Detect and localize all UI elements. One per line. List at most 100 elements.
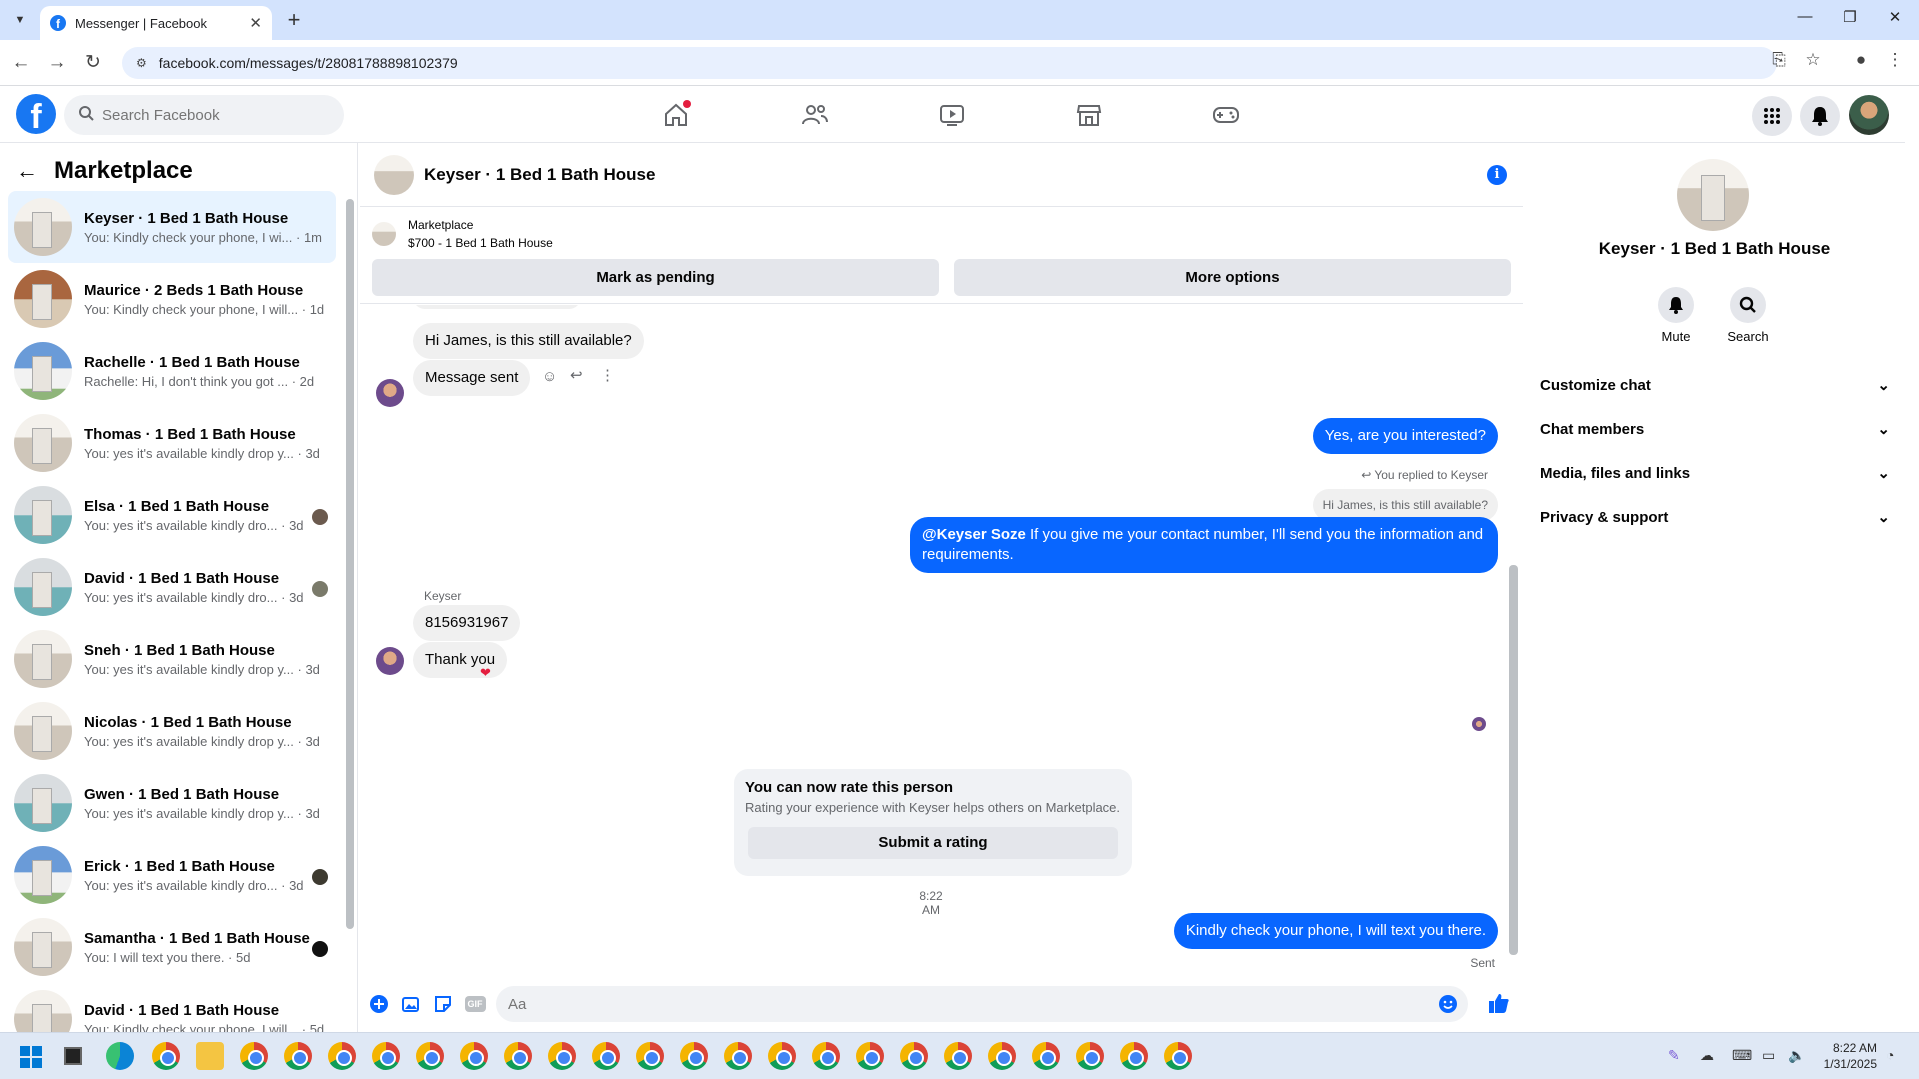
restore-icon[interactable]: ❐ — [1838, 8, 1862, 26]
chrome-icon[interactable] — [900, 1042, 928, 1070]
listing-title[interactable]: $700 - 1 Bed 1 Bath House — [408, 236, 553, 250]
forward-icon[interactable]: → — [44, 50, 70, 76]
contact-avatar[interactable] — [1677, 159, 1749, 231]
message-input[interactable] — [508, 995, 1408, 1013]
edge-icon[interactable] — [106, 1042, 134, 1070]
chat-scrollbar[interactable] — [1505, 305, 1521, 977]
cloud-icon[interactable]: ☁ — [1700, 1047, 1714, 1064]
chrome-icon[interactable] — [240, 1042, 268, 1070]
chrome-icon[interactable] — [328, 1042, 356, 1070]
message-input-field[interactable] — [496, 986, 1468, 1022]
conversation-item[interactable]: Keyser · 1 Bed 1 Bath House You: Kindly c… — [8, 191, 336, 263]
conversation-item[interactable]: Maurice · 2 Beds 1 Bath House You: Kindly… — [8, 263, 336, 335]
submit-rating-button[interactable]: Submit a rating — [748, 827, 1118, 859]
site-info-icon[interactable]: ⚙ — [136, 56, 147, 70]
chrome-icon[interactable] — [1032, 1042, 1060, 1070]
minimize-icon[interactable]: — — [1793, 8, 1817, 25]
chrome-icon[interactable] — [592, 1042, 620, 1070]
search-in-chat-button[interactable]: Search — [1718, 287, 1778, 344]
search-facebook-field[interactable] — [64, 95, 344, 135]
gif-icon[interactable]: GIF — [464, 993, 486, 1015]
address-bar[interactable]: ⚙ facebook.com/messages/t/28081788898102… — [122, 47, 1777, 79]
sticker-icon[interactable] — [432, 993, 454, 1015]
message-bubble[interactable]: 8156931967 — [413, 605, 521, 641]
sender-avatar[interactable] — [376, 379, 404, 407]
chat-header-thumbnail[interactable] — [374, 154, 414, 195]
marketplace-icon[interactable] — [1069, 98, 1109, 132]
privacy-support-section[interactable]: Privacy & support ⌄ — [1540, 499, 1890, 535]
sidebar-scrollbar[interactable] — [344, 193, 356, 973]
video-icon[interactable] — [932, 98, 972, 132]
chrome-icon[interactable] — [944, 1042, 972, 1070]
chrome-icon[interactable] — [548, 1042, 576, 1070]
facebook-logo-icon[interactable]: f — [16, 94, 56, 134]
conversation-item[interactable]: Elsa · 1 Bed 1 Bath House You: yes it's a… — [8, 479, 336, 551]
pen-icon[interactable]: ✎ — [1668, 1047, 1680, 1064]
conversation-item[interactable]: Nicolas · 1 Bed 1 Bath House You: yes it'… — [8, 695, 336, 767]
message-bubble[interactable]: Kindly check your phone, I will text you… — [1173, 913, 1498, 949]
mark-as-pending-button[interactable]: Mark as pending — [372, 259, 939, 296]
volume-icon[interactable]: 🔈 — [1788, 1047, 1805, 1064]
chrome-icon[interactable] — [636, 1042, 664, 1070]
page-scrollbar[interactable] — [1905, 86, 1919, 1032]
react-icon[interactable]: ☺ — [542, 368, 557, 385]
attach-photo-icon[interactable] — [400, 993, 422, 1015]
chrome-icon[interactable] — [284, 1042, 312, 1070]
sender-avatar[interactable] — [376, 647, 404, 675]
back-icon[interactable]: ← — [8, 50, 34, 76]
browser-tab[interactable]: f Messenger | Facebook ✕ — [40, 6, 272, 40]
conversation-item[interactable]: Erick · 1 Bed 1 Bath House You: yes it's … — [8, 839, 336, 911]
media-files-links-section[interactable]: Media, files and links ⌄ — [1540, 455, 1890, 491]
conversation-item[interactable]: David · 1 Bed 1 Bath House You: Kindly ch… — [8, 983, 336, 1032]
customize-chat-section[interactable]: Customize chat ⌄ — [1540, 367, 1890, 403]
chrome-icon[interactable] — [416, 1042, 444, 1070]
search-input[interactable] — [102, 106, 322, 124]
conversation-item[interactable]: Rachelle · 1 Bed 1 Bath House Rachelle: H… — [8, 335, 336, 407]
thumbs-up-icon[interactable] — [1488, 992, 1510, 1014]
chrome-icon[interactable] — [812, 1042, 840, 1070]
mute-button[interactable]: Mute — [1646, 287, 1706, 344]
listing-thumbnail[interactable] — [372, 222, 396, 246]
search-icon[interactable] — [1730, 287, 1766, 323]
new-tab-icon[interactable]: + — [282, 8, 306, 32]
task-view-icon[interactable] — [64, 1047, 82, 1065]
more-options-button[interactable]: More options — [954, 259, 1511, 296]
gaming-icon[interactable] — [1206, 98, 1246, 132]
chrome-icon[interactable] — [1076, 1042, 1104, 1070]
menu-grid-icon[interactable] — [1752, 96, 1792, 136]
bell-icon[interactable] — [1658, 287, 1694, 323]
more-actions-plus-icon[interactable] — [368, 993, 390, 1015]
bookmark-star-icon[interactable]: ☆ — [1800, 50, 1826, 70]
more-actions-icon[interactable]: ⋮ — [600, 366, 615, 384]
scrollbar-thumb[interactable] — [346, 199, 354, 929]
close-window-icon[interactable]: ✕ — [1883, 8, 1907, 26]
chrome-icon[interactable] — [1164, 1042, 1192, 1070]
clock[interactable]: 8:22 AM 1/31/2025 — [1824, 1040, 1877, 1072]
message-bubble[interactable]: @Keyser Soze If you give me your contact… — [910, 517, 1498, 573]
back-arrow-icon[interactable]: ← — [16, 158, 38, 184]
chat-title[interactable]: Keyser · 1 Bed 1 Bath House — [424, 165, 655, 185]
chat-members-section[interactable]: Chat members ⌄ — [1540, 411, 1890, 447]
message-bubble[interactable]: Message sent — [413, 360, 531, 396]
conversation-item[interactable]: Samantha · 1 Bed 1 Bath House You: I will… — [8, 911, 336, 983]
network-icon[interactable]: ▭ — [1762, 1047, 1775, 1064]
friends-icon[interactable] — [795, 98, 835, 132]
notification-center-icon[interactable]: ◔ — [1886, 1047, 1894, 1063]
chrome-icon[interactable] — [988, 1042, 1016, 1070]
close-tab-icon[interactable]: ✕ — [249, 14, 262, 32]
conversation-item[interactable]: Thomas · 1 Bed 1 Bath House You: yes it's… — [8, 407, 336, 479]
message-bubble[interactable]: Thank you — [413, 642, 508, 678]
reply-icon[interactable]: ↩ — [570, 366, 583, 384]
message-bubble[interactable]: Hi James, is this still available? — [413, 323, 644, 359]
conversation-item[interactable]: David · 1 Bed 1 Bath House You: yes it's … — [8, 551, 336, 623]
emoji-icon[interactable] — [1438, 994, 1458, 1019]
heart-reaction-icon[interactable]: ❤ — [480, 665, 491, 681]
chrome-icon[interactable] — [1120, 1042, 1148, 1070]
chrome-icon[interactable] — [504, 1042, 532, 1070]
chrome-icon[interactable] — [372, 1042, 400, 1070]
conversation-item[interactable]: Sneh · 1 Bed 1 Bath House You: yes it's a… — [8, 623, 336, 695]
chrome-icon[interactable] — [152, 1042, 180, 1070]
install-app-icon[interactable]: ⎘ — [1766, 50, 1792, 70]
mention-tag[interactable]: @Keyser Soze — [922, 526, 1026, 543]
info-icon[interactable]: i — [1487, 165, 1507, 185]
